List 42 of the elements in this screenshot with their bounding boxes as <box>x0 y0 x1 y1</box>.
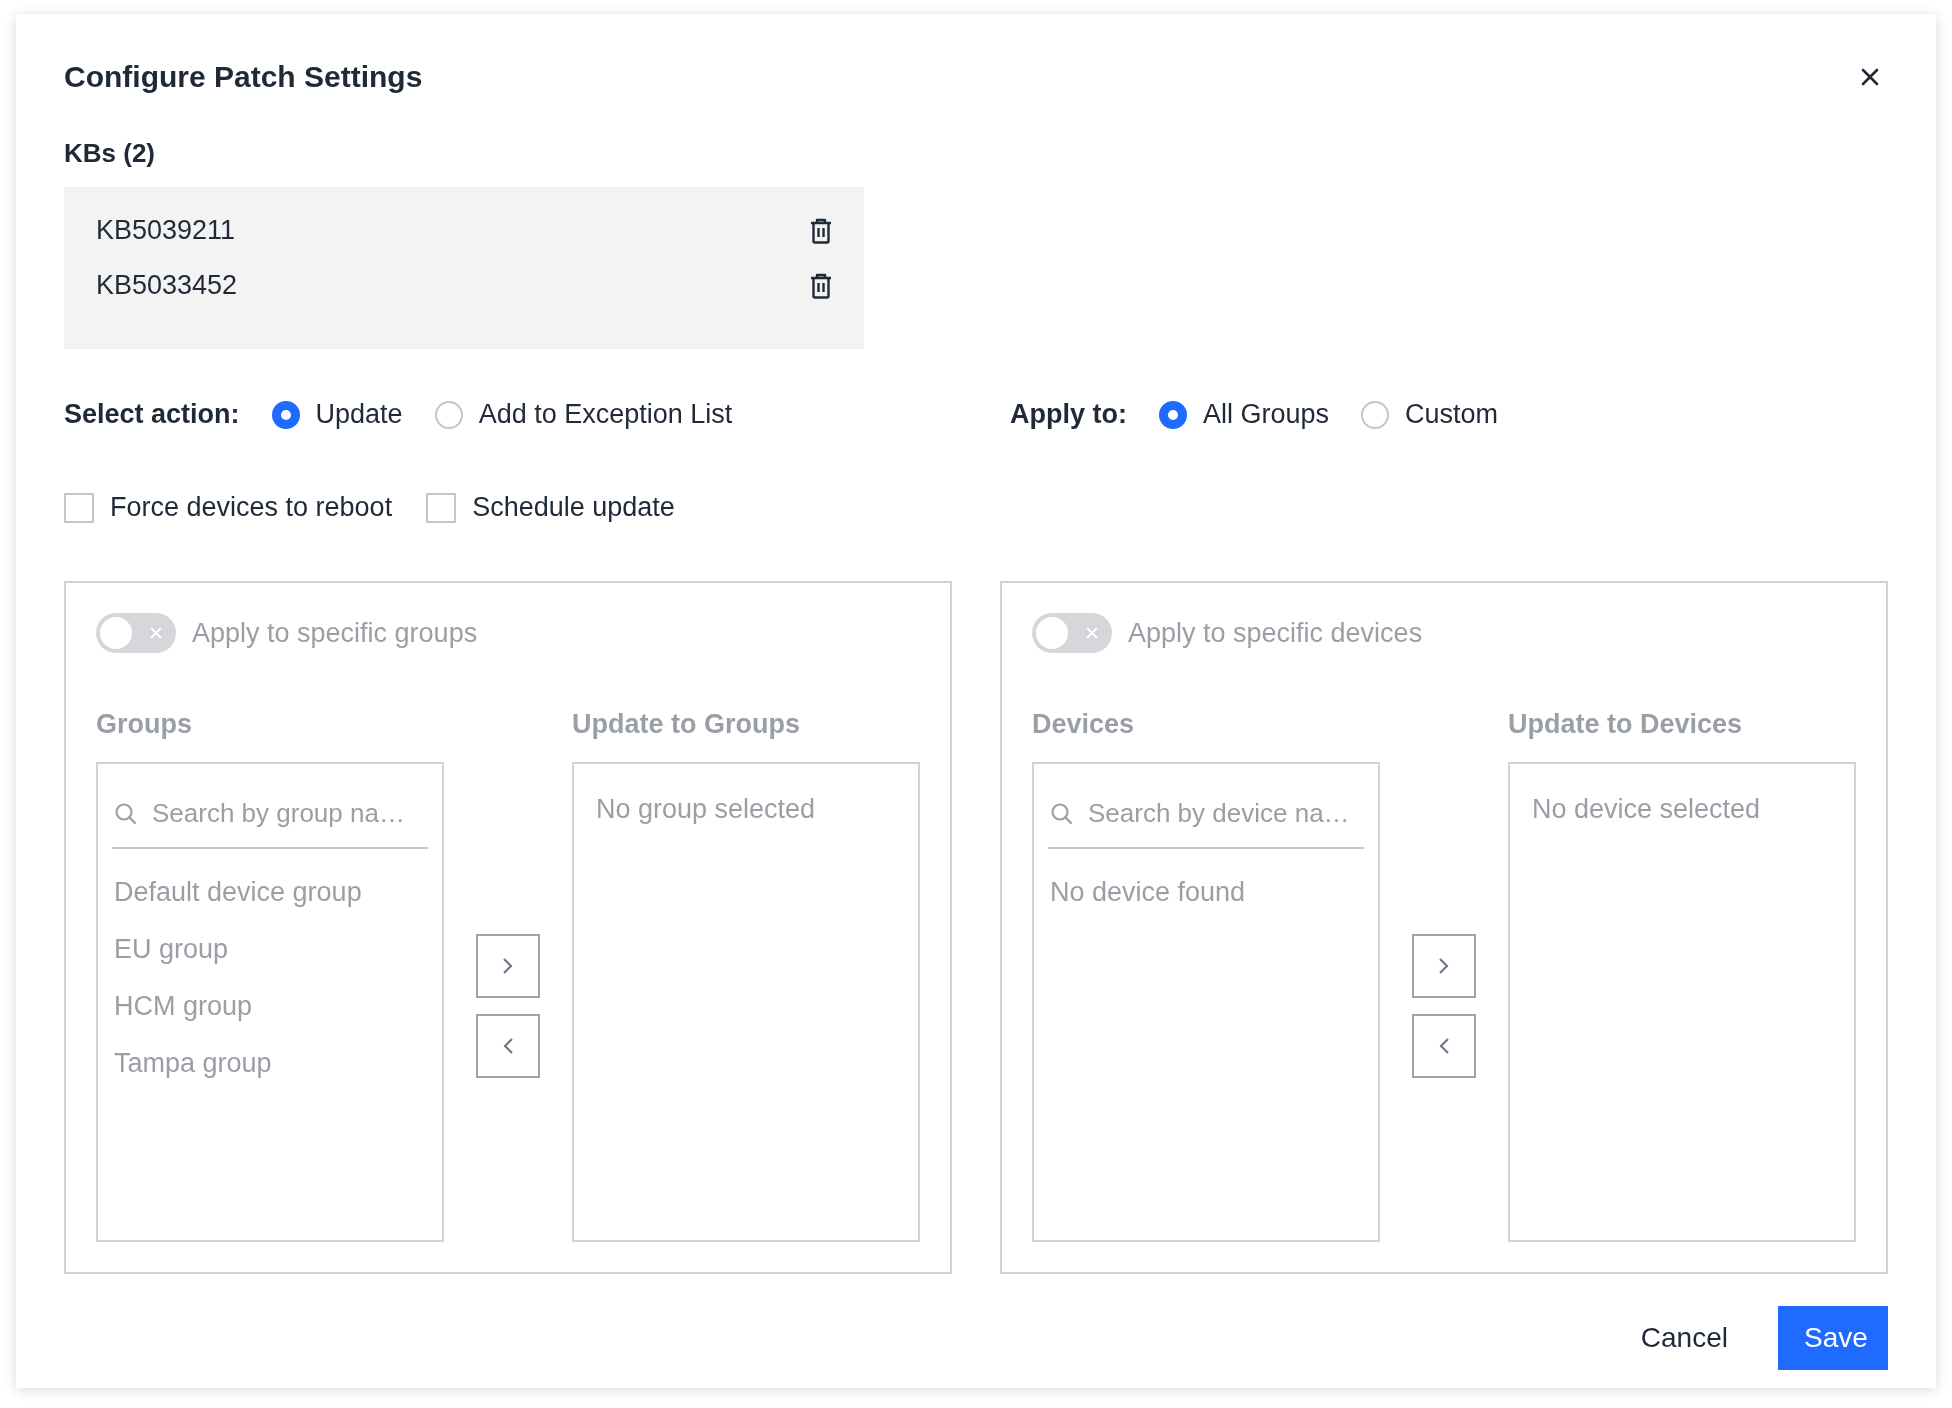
radio-option[interactable]: All Groups <box>1158 399 1329 430</box>
radio-button[interactable] <box>1158 400 1187 429</box>
chevron-left-icon <box>502 1036 514 1055</box>
chevron-left-icon <box>1438 1036 1450 1055</box>
save-button[interactable]: Save <box>1778 1306 1888 1370</box>
close-icon <box>1860 67 1880 87</box>
dialog-title: Configure Patch Settings <box>64 60 423 94</box>
radio-button[interactable] <box>271 400 300 429</box>
radio-group-label: Apply to: <box>1009 399 1127 430</box>
delete-button[interactable] <box>810 217 832 244</box>
list-title: Groups <box>96 709 193 740</box>
kbs-label: KBs (2) <box>64 138 156 169</box>
search-icon <box>1050 801 1074 826</box>
kb-id: KB5033452 <box>96 270 238 301</box>
search-icon <box>114 801 138 826</box>
radio-option[interactable]: Add to Exception List <box>434 399 733 430</box>
trash-icon <box>810 217 832 244</box>
empty-message: No device selected <box>1532 794 1762 825</box>
empty-message: No group selected <box>596 794 817 825</box>
cancel-button[interactable]: Cancel <box>1614 1306 1754 1370</box>
toggle-label: Apply to specific groups <box>192 617 478 649</box>
chevron-right-icon <box>1438 956 1450 975</box>
close-icon <box>150 627 162 639</box>
checkbox-option[interactable]: Force devices to reboot <box>64 492 393 523</box>
empty-message: No device found <box>1049 877 1247 908</box>
close-icon <box>1086 627 1098 639</box>
radio-button[interactable] <box>1360 400 1389 429</box>
list-title: Devices <box>1032 709 1136 740</box>
radio-option[interactable]: Update <box>271 399 403 430</box>
checkbox[interactable] <box>426 492 457 523</box>
trash-icon <box>810 272 832 299</box>
kb-id: KB5039211 <box>96 215 236 246</box>
radio-button[interactable] <box>434 400 463 429</box>
checkbox-option[interactable]: Schedule update <box>426 492 675 523</box>
delete-button[interactable] <box>810 272 832 299</box>
toggle-label: Apply to specific devices <box>1128 617 1423 649</box>
checkbox[interactable] <box>64 492 94 523</box>
list-title: Update to Groups <box>572 709 801 740</box>
list-title: Update to Devices <box>1508 709 1744 740</box>
chevron-right-icon <box>502 956 514 975</box>
radio-option[interactable]: Custom <box>1360 399 1498 430</box>
radio-group-label: Select action: <box>64 399 240 430</box>
